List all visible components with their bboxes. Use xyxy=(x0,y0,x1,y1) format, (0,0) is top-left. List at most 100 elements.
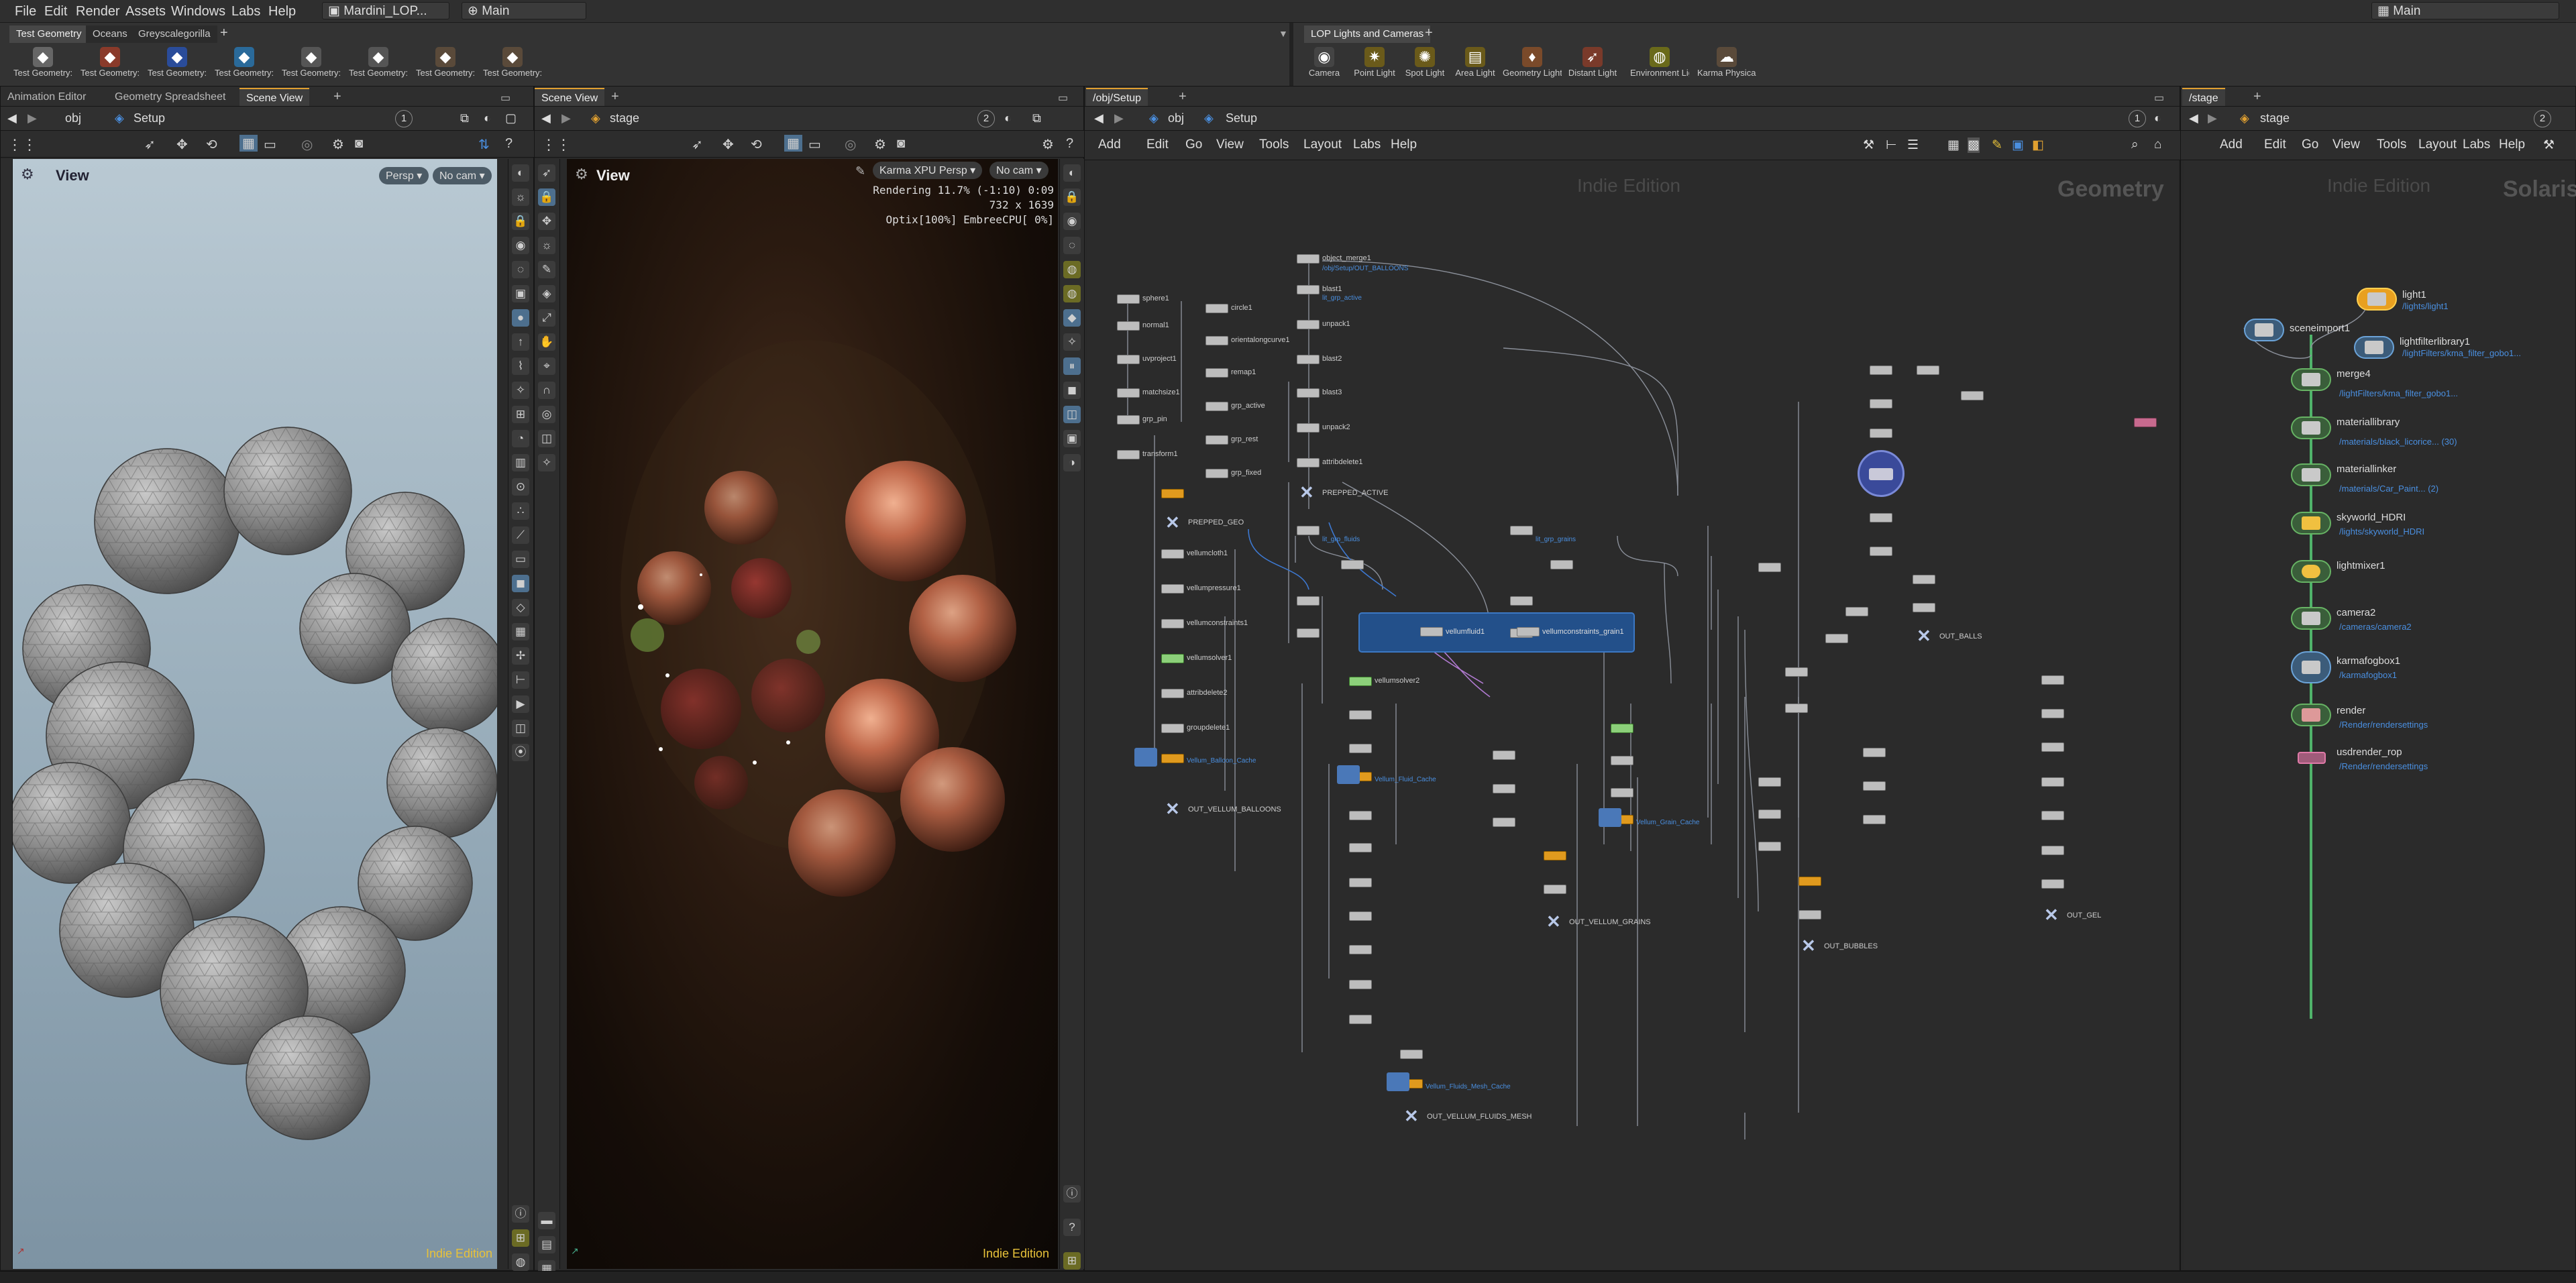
add-tab-button[interactable]: + xyxy=(2248,88,2267,106)
camera-tool-icon[interactable]: ◐ xyxy=(512,164,529,182)
node-uvproject3[interactable] xyxy=(1758,842,1781,851)
node-vellumconstraints-grain1[interactable] xyxy=(1517,627,1540,636)
shelf-add-tab-button[interactable]: + xyxy=(216,25,232,43)
light-tool-icon[interactable]: ☼ xyxy=(512,188,529,206)
path-node[interactable]: stage xyxy=(610,111,639,125)
render-region-icon[interactable]: ◫ xyxy=(1063,406,1081,423)
shelf-tab-lop-lights-cameras[interactable]: LOP Lights and Cameras xyxy=(1304,25,1431,43)
path-root[interactable]: obj xyxy=(65,111,81,125)
null-node-icon[interactable]: ✕ xyxy=(1165,799,1180,820)
node-vdbreshape1[interactable] xyxy=(1349,911,1372,921)
node-grain-balls[interactable] xyxy=(1550,560,1573,569)
sticky-note-icon[interactable] xyxy=(1337,765,1360,784)
ghost-icon[interactable]: ◌ xyxy=(1063,237,1081,254)
desktop-select[interactable]: ▣ Mardini_LOP... xyxy=(322,2,449,19)
wrench-icon[interactable]: ⚒ xyxy=(2543,137,2555,153)
node-transform1[interactable] xyxy=(1117,450,1140,459)
forward-arrow-icon[interactable]: ▶ xyxy=(28,111,37,125)
node-normal2[interactable] xyxy=(1493,784,1515,793)
node-merge1[interactable] xyxy=(1913,575,1935,584)
null-node-icon[interactable]: ✕ xyxy=(1917,626,1931,647)
link-icon[interactable]: ◐ xyxy=(2154,111,2161,125)
node-timeshift-bubbles[interactable] xyxy=(1825,634,1848,643)
lock-icon[interactable]: 🔒 xyxy=(512,213,529,230)
sticky-note-icon[interactable]: ✎ xyxy=(1992,137,2002,153)
null-node-icon[interactable]: ✕ xyxy=(2044,905,2059,926)
null-node-icon[interactable]: ✕ xyxy=(1404,1106,1419,1127)
view-gear-icon[interactable]: ⚙ xyxy=(21,166,34,183)
lop-node-karmafogbox1[interactable] xyxy=(2291,651,2331,683)
viewport-camera-icon[interactable]: ◍ xyxy=(512,1253,529,1271)
lop-node-light1[interactable] xyxy=(2357,288,2397,311)
visibility-icon[interactable]: ◉ xyxy=(512,237,529,254)
point-display-icon[interactable]: ● xyxy=(512,309,529,327)
transform-tool-icon[interactable]: ✥ xyxy=(722,136,734,153)
lighting-icon[interactable]: ◎ xyxy=(845,136,856,153)
render-toggle-icon[interactable]: ◍ xyxy=(1063,285,1081,302)
node-copytopoints2[interactable] xyxy=(1799,877,1821,886)
node-grp-rest[interactable] xyxy=(1205,435,1228,445)
view-tool-icon[interactable]: ◎ xyxy=(538,406,555,423)
link-icon[interactable]: ⧉ xyxy=(1032,111,1041,125)
node-fuse-bubbles[interactable] xyxy=(1845,607,1868,616)
shelf-tool-test-geometry-5[interactable]: ◆Test Geometry:... xyxy=(282,47,341,85)
node-grp-pin[interactable] xyxy=(1117,415,1140,425)
tab-animation-editor[interactable]: Animation Editor xyxy=(1,88,93,106)
menu-help[interactable]: Help xyxy=(268,4,296,19)
wireframe-icon[interactable]: ▭ xyxy=(808,136,821,153)
menu-edit[interactable]: Edit xyxy=(44,4,67,19)
render-settings-gear-icon[interactable]: ⚙ xyxy=(1042,136,1054,153)
node-vdbsmooth1[interactable] xyxy=(1349,945,1372,954)
node-timeshift-grains[interactable] xyxy=(1544,885,1566,894)
path-node[interactable]: stage xyxy=(2260,111,2290,125)
node-grain-groupdelete[interactable] xyxy=(1611,788,1633,797)
pose-tool-icon[interactable]: ✋ xyxy=(538,333,555,351)
tab-scene-view-render[interactable]: Scene View xyxy=(535,88,605,106)
denoise-icon[interactable]: ◑ xyxy=(1063,454,1081,471)
tab-geometry-spreadsheet[interactable]: Geometry Spreadsheet xyxy=(108,88,232,106)
node-fuse1[interactable] xyxy=(1870,429,1892,438)
shelf-tool-test-geometry-8[interactable]: ◆Test Geometry:... xyxy=(483,47,542,85)
viewport-info-icon[interactable]: ⓘ xyxy=(512,1205,529,1223)
template-icon[interactable]: ▥ xyxy=(512,454,529,471)
shading-mode-icon[interactable]: ▦ xyxy=(239,135,258,152)
opengl-viewport[interactable]: ⚙ View Persp ▾ No cam ▾ ↗ Indie Edition xyxy=(13,159,497,1269)
node-circle1[interactable] xyxy=(1205,304,1228,313)
background-icon[interactable]: ▣ xyxy=(512,285,529,302)
shelf-tool-test-geometry-4[interactable]: ◆Test Geometry:... xyxy=(215,47,274,85)
lighting-icon[interactable]: ◎ xyxy=(301,136,313,153)
node-blast-right[interactable] xyxy=(1870,366,1892,375)
shelf-tool-test-geometry-3[interactable]: ◆Test Geometry:... xyxy=(148,47,207,85)
help-small-icon[interactable]: ? xyxy=(1063,1219,1081,1236)
lock-icon[interactable]: 🔒 xyxy=(1063,188,1081,206)
node-groupexpression[interactable] xyxy=(1870,399,1892,408)
pause-render-icon[interactable]: ⏸ xyxy=(1063,357,1081,375)
back-arrow-icon[interactable]: ◀ xyxy=(541,111,551,125)
select-tool-icon[interactable]: ➶ xyxy=(144,136,156,153)
shading-mode-icon[interactable]: ▦ xyxy=(784,135,802,152)
persp-menu[interactable]: Persp ▾ xyxy=(379,167,429,184)
link-icon[interactable]: ⧉ xyxy=(460,111,469,125)
tile-view-icon[interactable]: ▩ xyxy=(1968,137,1980,153)
viewport-info-icon[interactable]: ⓘ xyxy=(1063,1185,1081,1203)
sticky-note-icon[interactable] xyxy=(1599,808,1621,827)
stop-render-icon[interactable]: ◼ xyxy=(1063,382,1081,399)
list-view-icon[interactable]: ☰ xyxy=(1907,137,1919,153)
pane-maximize-icon[interactable]: ▭ xyxy=(494,88,517,106)
node-blast-fluids[interactable] xyxy=(1297,526,1320,535)
node-scatter1[interactable] xyxy=(1785,704,1808,713)
node-sphere1[interactable] xyxy=(1117,294,1140,304)
node-vellumfluid1[interactable] xyxy=(1420,627,1443,636)
snapshot-viewport-icon[interactable]: ◙ xyxy=(355,136,363,152)
help-icon[interactable]: ? xyxy=(1066,136,1073,152)
menu-layout[interactable]: Layout xyxy=(2418,137,2457,152)
node-normal4[interactable] xyxy=(2041,879,2064,889)
menu-assets[interactable]: Assets xyxy=(125,4,166,19)
menu-add[interactable]: Add xyxy=(2220,137,2243,152)
pin-view-icon[interactable]: ⦿ xyxy=(512,744,529,761)
node-attribtransfer1[interactable] xyxy=(1400,1050,1423,1059)
quad-view-icon[interactable]: ⊞ xyxy=(512,406,529,423)
snapshot-viewport-icon[interactable]: ◙ xyxy=(897,136,905,152)
snap-icon[interactable]: ✧ xyxy=(1063,333,1081,351)
pane-maximize-icon[interactable]: ▭ xyxy=(1051,88,1075,106)
